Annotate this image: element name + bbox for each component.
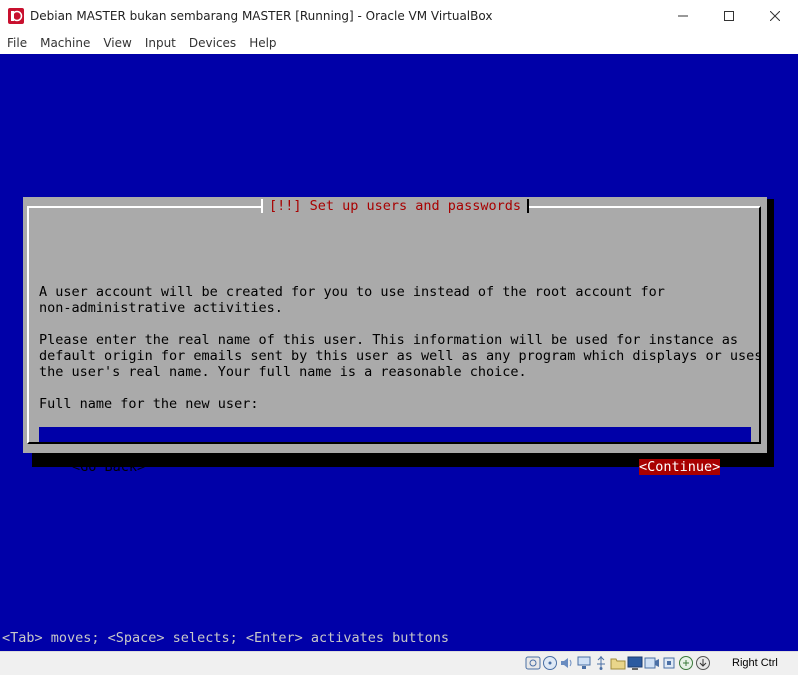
virtualbox-window: Debian MASTER bukan sembarang MASTER [Ru… (0, 0, 798, 675)
info-text-line: the user's real name. Your full name is … (39, 364, 527, 380)
menu-file[interactable]: File (1, 36, 33, 50)
menu-view[interactable]: View (97, 36, 137, 50)
continue-button[interactable]: <Continue> (639, 459, 721, 475)
window-controls (660, 0, 798, 32)
hard-disk-icon[interactable] (525, 655, 541, 671)
usb-icon[interactable] (593, 655, 609, 671)
maximize-button[interactable] (706, 0, 752, 32)
vm-screen[interactable]: [!!] Set up users and passwords A user a… (0, 54, 798, 651)
minimize-icon (678, 15, 688, 17)
keyboard-help-line: <Tab> moves; <Space> selects; <Enter> ac… (2, 630, 450, 646)
download-icon[interactable] (695, 655, 711, 671)
full-name-input[interactable]: debian__________________________________… (39, 427, 751, 442)
info-text-line: A user account will be created for you t… (39, 284, 665, 300)
audio-icon[interactable] (559, 655, 575, 671)
close-button[interactable] (752, 0, 798, 32)
menu-devices[interactable]: Devices (183, 36, 242, 50)
shared-folders-icon[interactable] (610, 655, 626, 671)
menu-help[interactable]: Help (243, 36, 282, 50)
maximize-icon (724, 11, 734, 21)
host-key-label: Right Ctrl (732, 657, 778, 669)
mouse-integration-icon[interactable] (678, 655, 694, 671)
input-fill: ________________________________________… (153, 441, 751, 443)
status-icons (525, 655, 711, 671)
menu-machine[interactable]: Machine (34, 36, 96, 50)
close-icon (770, 11, 780, 21)
optical-drive-icon[interactable] (542, 655, 558, 671)
dialog-title: [!!] Set up users and passwords (261, 197, 529, 214)
window-title: Debian MASTER bukan sembarang MASTER [Ru… (30, 9, 493, 23)
display-icon[interactable] (627, 655, 643, 671)
network-icon[interactable] (576, 655, 592, 671)
installer-dialog: [!!] Set up users and passwords A user a… (23, 197, 767, 475)
go-back-button[interactable]: <Go Back> (72, 459, 145, 475)
cpu-icon[interactable] (661, 655, 677, 671)
full-name-label: Full name for the new user: (39, 396, 259, 412)
menu-input[interactable]: Input (139, 36, 182, 50)
virtualbox-app-icon (8, 8, 24, 24)
status-bar: Right Ctrl (0, 651, 798, 675)
minimize-button[interactable] (660, 0, 706, 32)
info-text-line: non-administrative activities. (39, 300, 283, 316)
info-text-line: default origin for emails sent by this u… (39, 348, 763, 364)
full-name-value: debian (104, 441, 153, 443)
title-bar: Debian MASTER bukan sembarang MASTER [Ru… (0, 0, 798, 32)
info-text-line: Please enter the real name of this user.… (39, 332, 738, 348)
recording-icon[interactable] (644, 655, 660, 671)
menu-bar: File Machine View Input Devices Help (0, 32, 798, 54)
